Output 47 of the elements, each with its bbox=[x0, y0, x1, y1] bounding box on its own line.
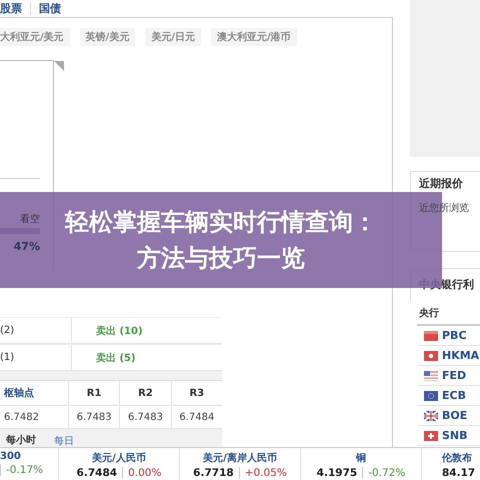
flag-icon bbox=[424, 410, 438, 420]
bank-link[interactable]: FED bbox=[442, 369, 466, 382]
bank-link[interactable]: PBC bbox=[442, 329, 467, 342]
flag-icon bbox=[424, 330, 438, 340]
flag-icon bbox=[424, 370, 438, 380]
table-cell-text: 6.7482 bbox=[3, 410, 40, 424]
flag-icon bbox=[424, 350, 438, 360]
panel-title: 近期报价 bbox=[419, 176, 464, 191]
nav-link[interactable]: 国债 bbox=[39, 1, 61, 16]
table-cell: 6.7484 bbox=[170, 406, 222, 428]
banner-title: 轻松掌握车辆实时行情查询： bbox=[65, 207, 377, 238]
ticker-change: +0.05% bbox=[244, 467, 287, 479]
bank-link[interactable]: BOE bbox=[442, 409, 468, 422]
ticker-change: -0.72% bbox=[368, 467, 406, 479]
ticker-name[interactable]: 300 bbox=[0, 451, 21, 462]
sentiment-percent: 47% bbox=[14, 240, 40, 253]
bank-link[interactable]: SNB bbox=[442, 429, 468, 442]
signal-action: 卖出 (5) bbox=[95, 352, 137, 366]
ticker-price: 6.7484 bbox=[76, 467, 118, 479]
banner-title: 方法与技巧一览 bbox=[137, 243, 305, 274]
bank-link[interactable]: ECB bbox=[442, 389, 466, 402]
nav-link[interactable]: 股票 bbox=[0, 1, 22, 16]
flag-icon bbox=[424, 390, 438, 400]
bank-link[interactable]: HKMA bbox=[442, 349, 480, 362]
ticker-name[interactable]: 铜 bbox=[356, 451, 366, 465]
signal-action: 卖出 (10) bbox=[95, 324, 144, 338]
ticker-price: 6.7718 bbox=[193, 467, 234, 479]
ticker-name[interactable]: 伦敦布 bbox=[442, 451, 472, 465]
period-tab[interactable]: 每日 bbox=[48, 432, 82, 447]
ticker-price: 84.17 bbox=[442, 467, 476, 479]
table-cell: 6.7483 bbox=[119, 406, 171, 428]
ticker-name[interactable]: 美元/离岸人民币 bbox=[203, 451, 277, 465]
signal-count: (1) bbox=[0, 345, 72, 370]
column-header: R1 bbox=[68, 381, 120, 405]
flag-icon bbox=[424, 430, 438, 440]
ticker-name[interactable]: 美元/人民币 bbox=[92, 451, 146, 465]
column-header: 央行 bbox=[417, 301, 480, 326]
column-header: 枢轴点 bbox=[2, 386, 35, 401]
ticker-change: 0.00% bbox=[128, 467, 162, 479]
column-header: R3 bbox=[170, 381, 222, 405]
ticker-price: 4.1975 bbox=[316, 467, 358, 479]
corner-triangle-icon bbox=[54, 61, 64, 71]
column-header: R2 bbox=[119, 381, 171, 405]
ticker-change: -0.17% bbox=[6, 464, 44, 476]
sentiment-label: 看空 bbox=[20, 212, 40, 226]
table-cell: 6.7483 bbox=[68, 406, 120, 428]
signal-count: (2) bbox=[0, 318, 72, 343]
